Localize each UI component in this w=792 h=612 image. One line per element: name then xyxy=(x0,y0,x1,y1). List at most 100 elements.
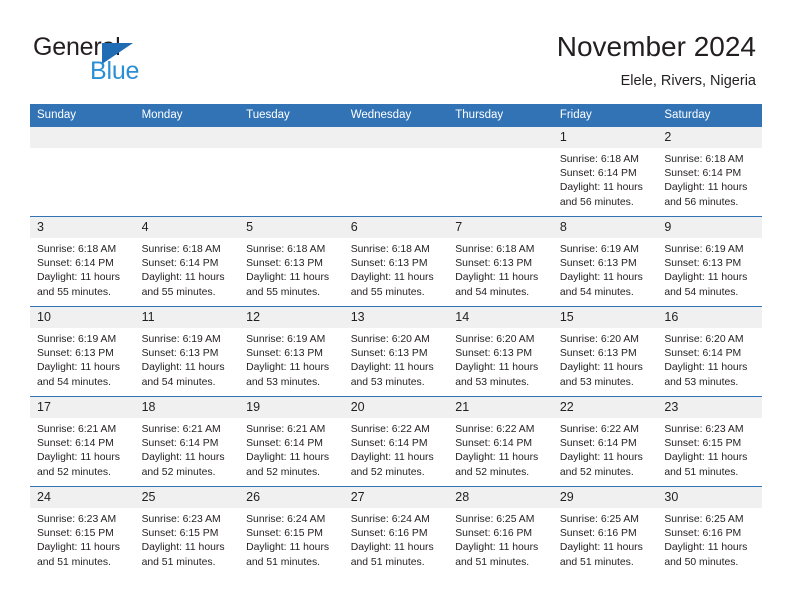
sunset-text: Sunset: 6:13 PM xyxy=(664,258,742,270)
calendar-day-cell[interactable]: 11 Sunrise: 6:19 AM Sunset: 6:13 PM Dayligh… xyxy=(134,306,240,397)
calendar-cell-empty xyxy=(343,127,449,217)
day-number: 25 xyxy=(134,487,240,508)
weekday-header-friday: Friday xyxy=(552,104,658,127)
sunrise-text: Sunrise: 6:20 AM xyxy=(455,334,535,345)
day-number xyxy=(30,127,135,148)
sunset-text: Sunset: 6:13 PM xyxy=(559,258,637,270)
calendar-day-cell[interactable]: 2 Sunrise: 6:18 AM Sunset: 6:14 PM Daylight… xyxy=(657,127,762,217)
sunrise-text: Sunrise: 6:21 AM xyxy=(141,424,221,435)
day-details: Sunrise: 6:20 AM Sunset: 6:13 PM Daylight:… xyxy=(448,328,553,390)
day-details: Sunrise: 6:18 AM Sunset: 6:14 PM Daylight:… xyxy=(553,148,658,210)
calendar-day-cell[interactable]: 3 Sunrise: 6:18 AM Sunset: 6:14 PM Daylight… xyxy=(30,216,135,307)
day-details: Sunrise: 6:18 AM Sunset: 6:13 PM Daylight:… xyxy=(239,238,344,300)
calendar-day-cell[interactable]: 13 Sunrise: 6:20 AM Sunset: 6:13 PM Dayligh… xyxy=(343,306,449,397)
sunrise-text: Sunrise: 6:23 AM xyxy=(37,514,117,525)
calendar-day-cell[interactable]: 30 Sunrise: 6:25 AM Sunset: 6:16 PM Dayligh… xyxy=(657,486,762,576)
daylight-text-line1: Daylight: 11 hours xyxy=(664,362,748,374)
daylight-text-line2: and 52 minutes. xyxy=(141,466,216,478)
sunrise-text: Sunrise: 6:18 AM xyxy=(141,244,221,255)
sunset-text: Sunset: 6:15 PM xyxy=(141,528,219,540)
daylight-text-line1: Daylight: 11 hours xyxy=(664,272,748,284)
day-details: Sunrise: 6:19 AM Sunset: 6:13 PM Daylight:… xyxy=(657,238,762,300)
daylight-text-line2: and 53 minutes. xyxy=(664,376,739,388)
calendar-cell-empty xyxy=(134,127,240,217)
sunrise-text: Sunrise: 6:21 AM xyxy=(37,424,117,435)
daylight-text-line2: and 51 minutes. xyxy=(350,556,425,568)
daylight-text-line2: and 54 minutes. xyxy=(141,376,216,388)
calendar-day-cell[interactable]: 26 Sunrise: 6:24 AM Sunset: 6:15 PM Dayligh… xyxy=(239,486,344,576)
day-details: Sunrise: 6:18 AM Sunset: 6:13 PM Daylight:… xyxy=(448,238,553,300)
day-details: Sunrise: 6:23 AM Sunset: 6:15 PM Daylight:… xyxy=(657,418,762,480)
calendar-day-cell[interactable]: 6 Sunrise: 6:18 AM Sunset: 6:13 PM Daylight… xyxy=(343,216,449,307)
sunset-text: Sunset: 6:14 PM xyxy=(141,438,219,450)
daylight-text-line2: and 52 minutes. xyxy=(455,466,530,478)
day-details: Sunrise: 6:18 AM Sunset: 6:14 PM Daylight:… xyxy=(657,148,762,210)
calendar-day-cell[interactable]: 22 Sunrise: 6:22 AM Sunset: 6:14 PM Dayligh… xyxy=(552,396,658,487)
calendar-day-cell[interactable]: 28 Sunrise: 6:25 AM Sunset: 6:16 PM Dayligh… xyxy=(448,486,553,576)
sunrise-text: Sunrise: 6:22 AM xyxy=(559,424,639,435)
calendar-day-cell[interactable]: 21 Sunrise: 6:22 AM Sunset: 6:14 PM Dayligh… xyxy=(448,396,553,487)
calendar-day-cell[interactable]: 10 Sunrise: 6:19 AM Sunset: 6:13 PM Dayligh… xyxy=(30,306,135,397)
day-details: Sunrise: 6:20 AM Sunset: 6:13 PM Daylight:… xyxy=(553,328,658,390)
page-subtitle: Elele, Rivers, Nigeria xyxy=(620,73,756,89)
daylight-text-line1: Daylight: 11 hours xyxy=(350,542,434,554)
day-details: Sunrise: 6:21 AM Sunset: 6:14 PM Daylight:… xyxy=(135,418,240,480)
day-number: 22 xyxy=(552,397,658,418)
calendar-day-cell[interactable]: 24 Sunrise: 6:23 AM Sunset: 6:15 PM Dayligh… xyxy=(30,486,135,576)
calendar-body: 1 Sunrise: 6:18 AM Sunset: 6:14 PM Daylight… xyxy=(30,127,762,576)
day-number: 7 xyxy=(448,217,553,238)
day-number: 20 xyxy=(343,397,449,418)
sunrise-text: Sunrise: 6:25 AM xyxy=(559,514,639,525)
daylight-text-line1: Daylight: 11 hours xyxy=(559,542,643,554)
weekday-header-thursday: Thursday xyxy=(448,104,553,127)
day-number: 28 xyxy=(448,487,553,508)
daylight-text-line2: and 51 minutes. xyxy=(664,466,739,478)
calendar-day-cell[interactable]: 7 Sunrise: 6:18 AM Sunset: 6:13 PM Daylight… xyxy=(448,216,553,307)
day-details: Sunrise: 6:20 AM Sunset: 6:14 PM Daylight:… xyxy=(657,328,762,390)
page-header: General Blue November 2024 Elele, Rivers… xyxy=(0,0,792,100)
day-details: Sunrise: 6:20 AM Sunset: 6:13 PM Daylight:… xyxy=(344,328,449,390)
sunset-text: Sunset: 6:13 PM xyxy=(246,258,323,270)
calendar-day-cell[interactable]: 25 Sunrise: 6:23 AM Sunset: 6:15 PM Dayligh… xyxy=(134,486,240,576)
weekday-header-wednesday: Wednesday xyxy=(343,104,449,127)
daylight-text-line1: Daylight: 11 hours xyxy=(37,452,120,464)
sunrise-text: Sunrise: 6:18 AM xyxy=(559,154,639,165)
day-number: 11 xyxy=(134,307,240,328)
day-number: 1 xyxy=(552,127,658,148)
day-details: Sunrise: 6:22 AM Sunset: 6:14 PM Daylight:… xyxy=(553,418,658,480)
sunrise-text: Sunrise: 6:21 AM xyxy=(246,424,326,435)
day-details: Sunrise: 6:25 AM Sunset: 6:16 PM Daylight:… xyxy=(553,508,658,570)
daylight-text-line1: Daylight: 11 hours xyxy=(350,362,434,374)
calendar-day-cell[interactable]: 27 Sunrise: 6:24 AM Sunset: 6:16 PM Dayligh… xyxy=(343,486,449,576)
day-number: 9 xyxy=(657,217,762,238)
calendar-day-cell[interactable]: 9 Sunrise: 6:19 AM Sunset: 6:13 PM Daylight… xyxy=(657,216,762,307)
calendar-day-cell[interactable]: 15 Sunrise: 6:20 AM Sunset: 6:13 PM Dayligh… xyxy=(552,306,658,397)
calendar-day-cell[interactable]: 17 Sunrise: 6:21 AM Sunset: 6:14 PM Dayligh… xyxy=(30,396,135,487)
calendar-day-cell[interactable]: 18 Sunrise: 6:21 AM Sunset: 6:14 PM Dayligh… xyxy=(134,396,240,487)
sunset-text: Sunset: 6:14 PM xyxy=(559,438,637,450)
sunrise-text: Sunrise: 6:22 AM xyxy=(350,424,430,435)
daylight-text-line1: Daylight: 11 hours xyxy=(664,182,748,194)
calendar-day-cell[interactable]: 23 Sunrise: 6:23 AM Sunset: 6:15 PM Dayligh… xyxy=(657,396,762,487)
general-blue-logo[interactable]: General Blue xyxy=(33,33,263,89)
day-number xyxy=(343,127,449,148)
calendar-day-cell[interactable]: 16 Sunrise: 6:20 AM Sunset: 6:14 PM Dayligh… xyxy=(657,306,762,397)
calendar-day-cell[interactable]: 4 Sunrise: 6:18 AM Sunset: 6:14 PM Daylight… xyxy=(134,216,240,307)
day-number: 17 xyxy=(30,397,135,418)
daylight-text-line2: and 53 minutes. xyxy=(559,376,634,388)
day-details: Sunrise: 6:19 AM Sunset: 6:13 PM Daylight:… xyxy=(30,328,135,390)
calendar-day-cell[interactable]: 29 Sunrise: 6:25 AM Sunset: 6:16 PM Dayligh… xyxy=(552,486,658,576)
calendar-day-cell[interactable]: 20 Sunrise: 6:22 AM Sunset: 6:14 PM Dayligh… xyxy=(343,396,449,487)
calendar-day-cell[interactable]: 8 Sunrise: 6:19 AM Sunset: 6:13 PM Daylight… xyxy=(552,216,658,307)
calendar-day-cell[interactable]: 12 Sunrise: 6:19 AM Sunset: 6:13 PM Dayligh… xyxy=(239,306,344,397)
day-details: Sunrise: 6:25 AM Sunset: 6:16 PM Daylight:… xyxy=(657,508,762,570)
sunset-text: Sunset: 6:13 PM xyxy=(350,348,428,360)
sunset-text: Sunset: 6:14 PM xyxy=(246,438,323,450)
calendar-day-cell[interactable]: 14 Sunrise: 6:20 AM Sunset: 6:13 PM Dayligh… xyxy=(448,306,553,397)
calendar-day-cell[interactable]: 19 Sunrise: 6:21 AM Sunset: 6:14 PM Dayligh… xyxy=(239,396,344,487)
calendar-week-row: 17 Sunrise: 6:21 AM Sunset: 6:14 PM Dayligh… xyxy=(30,396,762,487)
sunset-text: Sunset: 6:14 PM xyxy=(37,438,114,450)
daylight-text-line1: Daylight: 11 hours xyxy=(246,542,330,554)
calendar-day-cell[interactable]: 1 Sunrise: 6:18 AM Sunset: 6:14 PM Daylight… xyxy=(552,127,658,217)
calendar-day-cell[interactable]: 5 Sunrise: 6:18 AM Sunset: 6:13 PM Daylight… xyxy=(239,216,344,307)
